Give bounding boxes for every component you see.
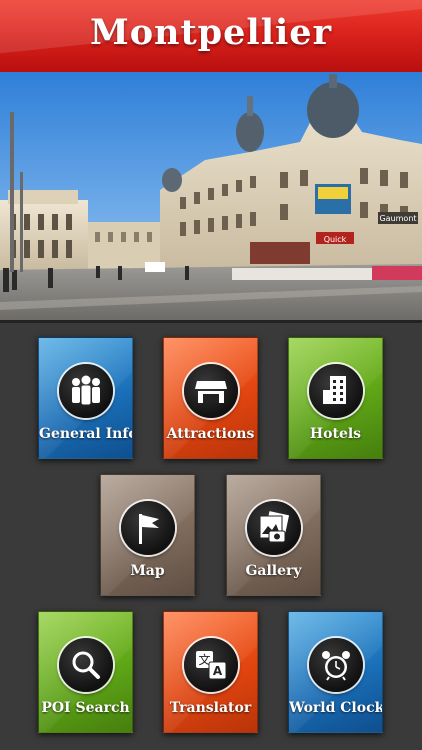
world-clock-label: World Clock [289,700,383,716]
poi-search-tile[interactable]: POI Search [38,611,133,733]
building-icon [308,364,363,418]
translate-icon: 文 A [183,638,238,692]
svg-text:A: A [212,664,222,678]
attractions-tile[interactable]: Attractions [163,337,258,459]
map-label: Map [130,563,165,579]
flag-icon [120,501,175,555]
menu-grid: General Info Attractions Hotels Map Gall… [0,320,422,750]
hotels-label: Hotels [309,426,362,442]
general-info-label: General Info [39,426,133,442]
translator-label: Translator [169,700,252,716]
magnifier-icon [58,638,113,692]
quick-sign: Quick [324,235,347,244]
storefront-icon [183,364,238,418]
attractions-label: Attractions [166,426,255,442]
app-title: Montpellier [89,12,333,53]
photos-icon [246,501,301,555]
gaumont-sign: Gaumont [379,214,416,223]
world-clock-tile[interactable]: World Clock [288,611,383,733]
people-icon [58,364,113,418]
map-tile[interactable]: Map [100,474,195,596]
alarm-clock-icon [308,638,363,692]
general-info-tile[interactable]: General Info [38,337,133,459]
translator-tile[interactable]: 文 A Translator [163,611,258,733]
app-header: Montpellier [0,0,422,72]
city-photo: Quick Gaumont [0,72,422,320]
hotels-tile[interactable]: Hotels [288,337,383,459]
gallery-label: Gallery [245,563,302,579]
poi-search-label: POI Search [41,700,130,716]
gallery-tile[interactable]: Gallery [226,474,321,596]
